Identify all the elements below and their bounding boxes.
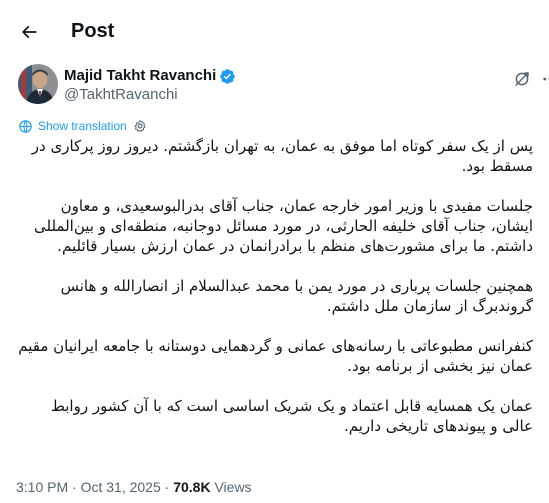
name-row: Majid Takht Ravanchi xyxy=(64,67,236,85)
gear-icon xyxy=(134,119,146,133)
meta-separator: · xyxy=(68,479,81,495)
tweet-text: پس از یک سفر کوتاه اما موفق به عمان، به … xyxy=(16,136,533,456)
meta-separator: · xyxy=(160,479,174,495)
more-button[interactable] xyxy=(540,69,549,89)
author-handle[interactable]: @TakhtRavanchi xyxy=(64,86,178,104)
verified-badge-icon xyxy=(219,68,236,85)
tweet-time[interactable]: 3:10 PM xyxy=(16,479,68,495)
more-dots-icon xyxy=(543,77,549,81)
tweet-paragraph: کنفرانس مطبوعاتی با رسانه‌های عمانی و گر… xyxy=(18,337,533,375)
tweet-meta: 3:10 PM · Oct 31, 2025 · 70.8K Views xyxy=(16,477,252,497)
show-translation-label: Show translation xyxy=(38,119,127,133)
page-title: Post xyxy=(71,20,115,42)
tweet-paragraph: پس از یک سفر کوتاه اما موفق به عمان، به … xyxy=(31,137,533,175)
back-button[interactable] xyxy=(14,17,44,47)
tweet-paragraph: عمان یک همسایه قابل اعتماد و یک شریک اسا… xyxy=(51,397,533,435)
translation-settings-button[interactable] xyxy=(133,119,147,133)
avatar[interactable] xyxy=(18,64,58,104)
grok-icon xyxy=(515,72,529,86)
avatar-image xyxy=(18,64,58,104)
arrow-left-icon xyxy=(21,25,37,39)
tweet-paragraph: جلسات مفیدی با وزیر امور خارجه عمان، جنا… xyxy=(34,197,533,255)
author-display-name[interactable]: Majid Takht Ravanchi xyxy=(64,67,216,85)
show-translation-button[interactable]: Show translation xyxy=(18,117,147,135)
globe-icon xyxy=(19,119,32,133)
views-label: Views xyxy=(210,479,252,495)
author-block: Majid Takht Ravanchi @TakhtRavanchi xyxy=(18,63,549,105)
tweet-paragraph: همچنین جلسات پرباری در مورد یمن با محمد … xyxy=(60,277,533,315)
page-header: Post xyxy=(0,0,549,63)
grok-button[interactable] xyxy=(512,69,532,89)
views-count: 70.8K xyxy=(173,479,211,495)
tweet-date[interactable]: Oct 31, 2025 xyxy=(81,479,161,495)
